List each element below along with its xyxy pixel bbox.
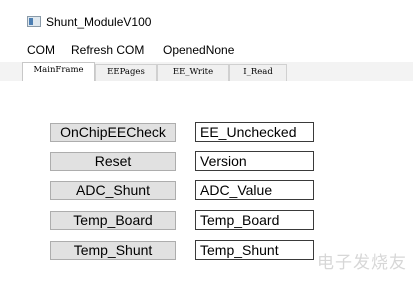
temp-shunt-field[interactable]: Temp_Shunt: [195, 240, 314, 260]
adc-value-field[interactable]: ADC_Value: [195, 180, 314, 200]
onchip-ee-check-button[interactable]: OnChipEECheck: [50, 123, 176, 142]
reset-button[interactable]: Reset: [50, 152, 176, 171]
adc-shunt-button[interactable]: ADC_Shunt: [50, 181, 176, 200]
menu-opened-none[interactable]: OpenedNone: [163, 42, 234, 58]
menu-com[interactable]: COM: [27, 42, 55, 58]
app-window-icon: [27, 16, 41, 27]
tab-ee-write[interactable]: EE_Write: [157, 64, 229, 81]
tab-mainframe[interactable]: MainFrame: [22, 62, 95, 82]
tab-eepages[interactable]: EEPages: [95, 64, 157, 81]
title-bar: Shunt_ModuleV100: [0, 0, 413, 40]
mainframe-panel: OnChipEECheck EE_Unchecked Reset Version…: [0, 81, 413, 281]
temp-shunt-button[interactable]: Temp_Shunt: [50, 241, 176, 260]
temp-board-field[interactable]: Temp_Board: [195, 210, 314, 230]
menu-bar: COM Refresh COM OpenedNone: [0, 40, 413, 60]
window-title: Shunt_ModuleV100: [46, 15, 152, 29]
menu-refresh-com[interactable]: Refresh COM: [71, 42, 144, 58]
tab-i-read[interactable]: I_Read: [229, 64, 287, 81]
tab-strip: MainFrame EEPages EE_Write I_Read: [0, 62, 413, 82]
version-field[interactable]: Version: [195, 151, 314, 171]
ee-status-field[interactable]: EE_Unchecked: [195, 122, 314, 142]
temp-board-button[interactable]: Temp_Board: [50, 211, 176, 230]
